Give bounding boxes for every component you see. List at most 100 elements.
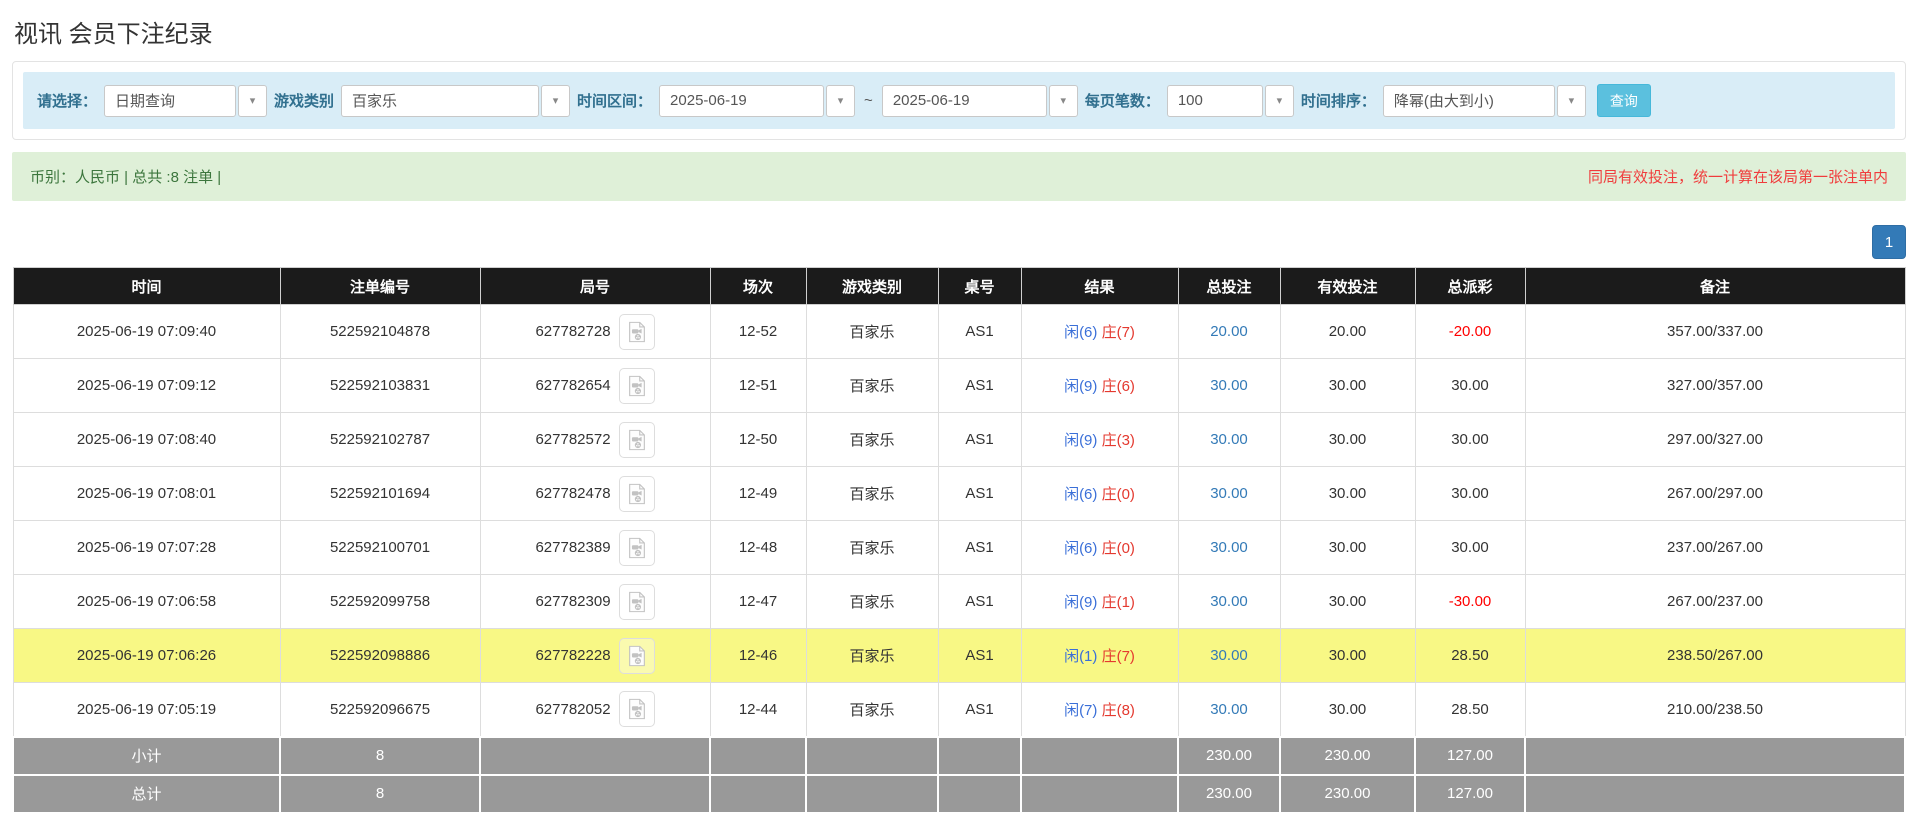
date-to-value: 2025-06-19: [882, 85, 1047, 117]
cell-valid-bet: 30.00: [1280, 629, 1415, 683]
column-header-time: 时间: [13, 268, 280, 305]
total-bet-link[interactable]: 30.00: [1210, 539, 1248, 556]
date-to-select[interactable]: 2025-06-19 ▾: [882, 85, 1078, 117]
cell-session: 12-44: [710, 683, 806, 737]
total-bet-link[interactable]: 30.00: [1210, 701, 1248, 718]
sort-order-label: 时间排序：: [1301, 90, 1376, 111]
table-header-row: 时间 注单编号 局号 场次 游戏类别 桌号 结果 总投注 有效投注 总派彩 备注: [13, 268, 1905, 305]
cell-game-type: 百家乐: [806, 521, 938, 575]
grand-total-row: 总计 8 230.00 230.00 127.00: [13, 775, 1905, 813]
cell-time: 2025-06-19 07:06:26: [13, 629, 280, 683]
cell-round-id: 627782228: [480, 629, 710, 683]
cell-total-bet: 30.00: [1178, 575, 1280, 629]
cell-result: 闲(6) 庄(0): [1021, 521, 1178, 575]
column-header-result: 结果: [1021, 268, 1178, 305]
result-banker: 庄(6): [1102, 378, 1135, 395]
subtotal-total-bet: 230.00: [1178, 737, 1280, 775]
grand-total-payout: 127.00: [1415, 775, 1525, 813]
cell-session: 12-52: [710, 305, 806, 359]
sort-order-value: 降幂(由大到小): [1383, 85, 1555, 117]
round-id-text: 627782389: [535, 539, 610, 556]
cell-payout: 28.50: [1415, 683, 1525, 737]
round-id-text: 627782309: [535, 593, 610, 610]
select-type-label: 请选择：: [37, 90, 97, 111]
cell-time: 2025-06-19 07:09:40: [13, 305, 280, 359]
view-video-button[interactable]: [619, 584, 655, 620]
query-type-select[interactable]: 日期查询 ▾: [104, 85, 267, 117]
view-video-button[interactable]: [619, 314, 655, 350]
column-header-table-no: 桌号: [938, 268, 1021, 305]
table-row: 2025-06-19 07:05:19 522592096675 6277820…: [13, 683, 1905, 737]
cell-total-bet: 30.00: [1178, 413, 1280, 467]
cell-time: 2025-06-19 07:07:28: [13, 521, 280, 575]
round-id-text: 627782228: [535, 647, 610, 664]
page-button-1[interactable]: 1: [1872, 225, 1906, 259]
cell-bet-id: 522592100701: [280, 521, 480, 575]
game-type-select[interactable]: 百家乐 ▾: [341, 85, 570, 117]
cell-bet-id: 522592101694: [280, 467, 480, 521]
column-header-game-type: 游戏类别: [806, 268, 938, 305]
subtotal-label: 小计: [13, 737, 280, 775]
cell-bet-id: 522592098886: [280, 629, 480, 683]
cell-result: 闲(9) 庄(1): [1021, 575, 1178, 629]
cell-remark: 210.00/238.50: [1525, 683, 1905, 737]
table-row: 2025-06-19 07:09:40 522592104878 6277827…: [13, 305, 1905, 359]
cell-payout: 30.00: [1415, 413, 1525, 467]
result-player: 闲(9): [1064, 594, 1097, 611]
bet-records-table: 时间 注单编号 局号 场次 游戏类别 桌号 结果 总投注 有效投注 总派彩 备注…: [12, 267, 1906, 814]
video-file-icon: [626, 375, 648, 397]
view-video-button[interactable]: [619, 422, 655, 458]
summary-bar: 币别：人民币 | 总共 :8 注单 | 同局有效投注，统一计算在该局第一张注单内: [12, 152, 1906, 201]
round-id-text: 627782654: [535, 377, 610, 394]
table-row: 2025-06-19 07:08:40 522592102787 6277825…: [13, 413, 1905, 467]
range-separator: ~: [862, 92, 875, 109]
cell-payout: -30.00: [1415, 575, 1525, 629]
game-type-label: 游戏类别: [274, 90, 334, 111]
total-bet-link[interactable]: 30.00: [1210, 485, 1248, 502]
total-bet-link[interactable]: 20.00: [1210, 323, 1248, 340]
cell-round-id: 627782478: [480, 467, 710, 521]
result-banker: 庄(7): [1102, 324, 1135, 341]
cell-valid-bet: 30.00: [1280, 467, 1415, 521]
total-bet-link[interactable]: 30.00: [1210, 593, 1248, 610]
cell-round-id: 627782728: [480, 305, 710, 359]
cell-total-bet: 30.00: [1178, 683, 1280, 737]
date-from-select[interactable]: 2025-06-19 ▾: [659, 85, 855, 117]
cell-total-bet: 30.00: [1178, 521, 1280, 575]
cell-time: 2025-06-19 07:09:12: [13, 359, 280, 413]
page-title: 视讯 会员下注纪录: [0, 0, 1918, 55]
view-video-button[interactable]: [619, 638, 655, 674]
view-video-button[interactable]: [619, 691, 655, 727]
cell-table-no: AS1: [938, 683, 1021, 737]
cell-remark: 327.00/357.00: [1525, 359, 1905, 413]
view-video-button[interactable]: [619, 368, 655, 404]
round-id-text: 627782478: [535, 485, 610, 502]
cell-game-type: 百家乐: [806, 359, 938, 413]
cell-table-no: AS1: [938, 305, 1021, 359]
video-file-icon: [626, 321, 648, 343]
result-banker: 庄(8): [1102, 702, 1135, 719]
total-bet-link[interactable]: 30.00: [1210, 431, 1248, 448]
view-video-button[interactable]: [619, 476, 655, 512]
cell-game-type: 百家乐: [806, 683, 938, 737]
page-size-label: 每页笔数：: [1085, 90, 1160, 111]
search-button[interactable]: 查询: [1597, 84, 1651, 117]
total-bet-link[interactable]: 30.00: [1210, 377, 1248, 394]
result-player: 闲(7): [1064, 702, 1097, 719]
column-header-session: 场次: [710, 268, 806, 305]
page-size-select[interactable]: 100 ▾: [1167, 85, 1294, 117]
filter-panel: 请选择： 日期查询 ▾ 游戏类别 百家乐 ▾ 时间区间： 2025-06-19 …: [12, 61, 1906, 140]
cell-payout: 30.00: [1415, 467, 1525, 521]
cell-session: 12-50: [710, 413, 806, 467]
video-file-icon: [626, 591, 648, 613]
total-bet-link[interactable]: 30.00: [1210, 647, 1248, 664]
result-banker: 庄(1): [1102, 594, 1135, 611]
sort-order-select[interactable]: 降幂(由大到小) ▾: [1383, 85, 1586, 117]
cell-payout: 30.00: [1415, 359, 1525, 413]
result-player: 闲(9): [1064, 378, 1097, 395]
grand-total-label: 总计: [13, 775, 280, 813]
chevron-down-icon: ▾: [1265, 85, 1294, 117]
cell-session: 12-49: [710, 467, 806, 521]
result-banker: 庄(0): [1102, 540, 1135, 557]
view-video-button[interactable]: [619, 530, 655, 566]
